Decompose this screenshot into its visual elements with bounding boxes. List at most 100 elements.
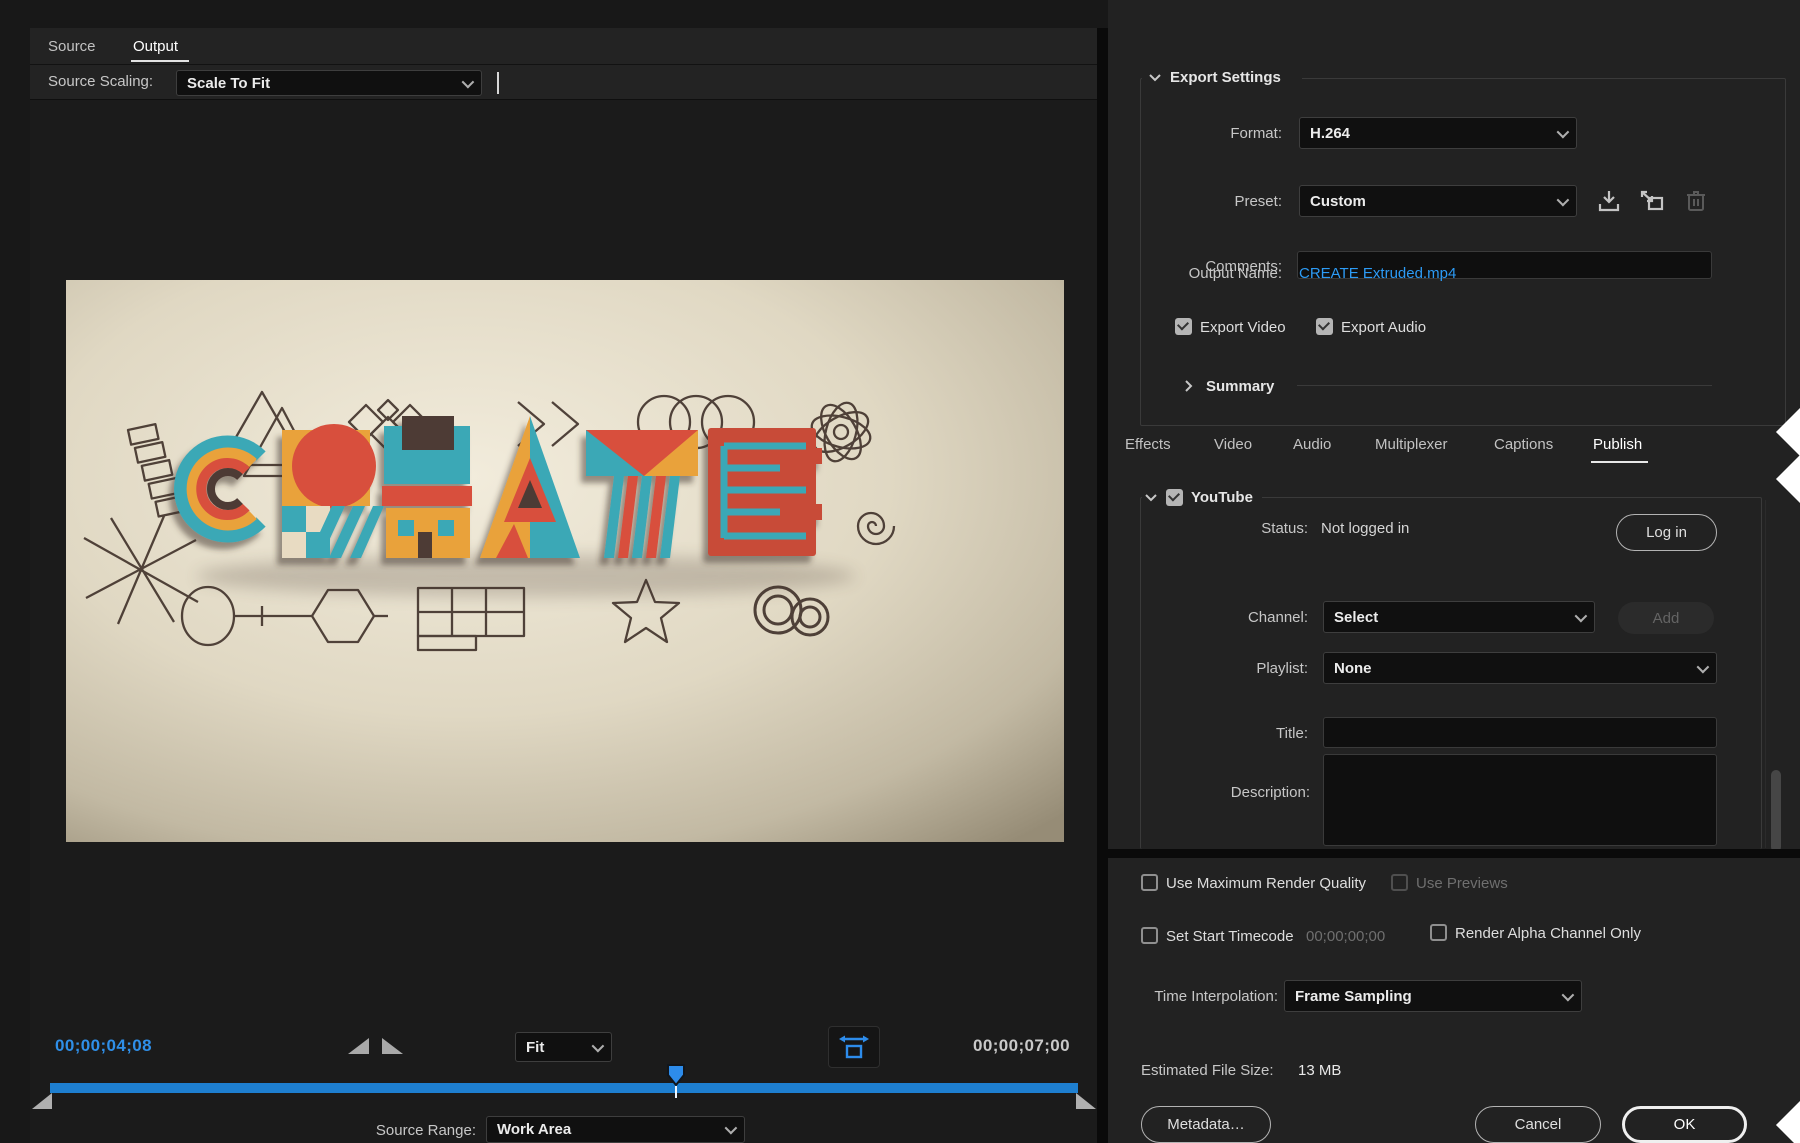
- playlist-value: None: [1334, 660, 1372, 677]
- chevron-down-icon: [1148, 73, 1162, 82]
- export-video-label: Export Video: [1200, 319, 1286, 336]
- status-value: Not logged in: [1321, 520, 1409, 537]
- chevron-down-icon: [725, 1122, 738, 1135]
- preset-select[interactable]: Custom: [1299, 185, 1577, 217]
- title-label: Title:: [1180, 725, 1308, 742]
- chevron-down-icon: [592, 1039, 605, 1052]
- chevron-down-icon: [462, 75, 475, 88]
- ok-button[interactable]: OK: [1622, 1106, 1747, 1143]
- chevron-down-icon: [1557, 193, 1570, 206]
- summary-toggle[interactable]: Summary: [1184, 375, 1304, 397]
- delete-preset-button[interactable]: [1684, 187, 1708, 215]
- channel-value: Select: [1334, 609, 1378, 626]
- zoom-level-select[interactable]: Fit: [515, 1032, 612, 1062]
- vertical-panel-divider[interactable]: [1097, 28, 1108, 1143]
- aspect-correction-button[interactable]: [828, 1026, 880, 1068]
- estimated-size-value: 13 MB: [1298, 1062, 1341, 1079]
- description-label: Description:: [1160, 784, 1310, 801]
- tab-video[interactable]: Video: [1214, 436, 1252, 453]
- tab-output[interactable]: Output: [133, 38, 178, 55]
- chevron-down-icon: [1575, 609, 1588, 622]
- time-interpolation-value: Frame Sampling: [1295, 988, 1412, 1005]
- format-value: H.264: [1310, 125, 1350, 142]
- save-preset-button[interactable]: [1596, 188, 1622, 214]
- chevron-down-icon: [1562, 988, 1575, 1001]
- time-interpolation-select[interactable]: Frame Sampling: [1284, 980, 1582, 1012]
- channel-label: Channel:: [1180, 609, 1308, 626]
- tab-output-underline: [131, 60, 189, 62]
- preset-label: Preset:: [1150, 193, 1282, 210]
- tab-publish-underline: [1591, 461, 1648, 463]
- status-label: Status:: [1180, 520, 1308, 537]
- current-timecode[interactable]: 00;00;04;08: [55, 1036, 152, 1056]
- export-video-checkbox[interactable]: [1175, 318, 1192, 335]
- export-audio-checkbox[interactable]: [1316, 318, 1333, 335]
- trash-icon: [1684, 187, 1708, 215]
- format-select[interactable]: H.264: [1299, 117, 1577, 149]
- source-scaling-value: Scale To Fit: [187, 75, 270, 92]
- timeline-track[interactable]: [50, 1083, 1078, 1093]
- youtube-checkbox[interactable]: [1166, 489, 1183, 506]
- tab-audio[interactable]: Audio: [1293, 436, 1331, 453]
- export-settings-dialog: Source Output Source Scaling: Scale To F…: [0, 0, 1800, 1143]
- scrollbar-thumb[interactable]: [1771, 770, 1781, 852]
- format-label: Format:: [1150, 125, 1282, 142]
- metadata-button[interactable]: Metadata…: [1141, 1106, 1271, 1143]
- login-button[interactable]: Log in: [1616, 514, 1717, 551]
- playlist-label: Playlist:: [1180, 660, 1308, 677]
- set-start-timecode-label: Set Start Timecode: [1166, 928, 1294, 945]
- zoom-level-value: Fit: [526, 1039, 544, 1056]
- save-preset-icon: [1596, 188, 1622, 214]
- import-preset-icon: [1638, 188, 1666, 214]
- export-settings-legend[interactable]: Export Settings: [1142, 64, 1302, 90]
- chevron-right-icon: [1184, 379, 1193, 393]
- end-timecode: 00;00;07;00: [973, 1036, 1070, 1056]
- video-preview-frame: [66, 280, 1064, 842]
- youtube-title: YouTube: [1191, 489, 1253, 506]
- tab-effects[interactable]: Effects: [1125, 436, 1171, 453]
- time-interpolation-label: Time Interpolation:: [1140, 988, 1278, 1005]
- max-render-quality-checkbox[interactable]: [1141, 874, 1158, 891]
- output-name-label: Output Name:: [1134, 265, 1282, 282]
- set-start-timecode-checkbox[interactable]: [1141, 927, 1158, 944]
- create-artwork: [66, 280, 1064, 842]
- scale-width-icon: [837, 1032, 871, 1062]
- source-scaling-label: Source Scaling:: [48, 73, 153, 90]
- playlist-select[interactable]: None: [1323, 652, 1717, 684]
- cancel-button[interactable]: Cancel: [1475, 1106, 1601, 1143]
- render-alpha-checkbox[interactable]: [1430, 924, 1447, 941]
- source-range-label: Source Range:: [336, 1122, 476, 1139]
- tab-publish[interactable]: Publish: [1593, 436, 1642, 453]
- playhead-tick: [675, 1086, 677, 1098]
- tab-source[interactable]: Source: [48, 38, 96, 55]
- use-previews-label: Use Previews: [1416, 875, 1508, 892]
- source-range-value: Work Area: [497, 1121, 571, 1138]
- chevron-down-icon: [1697, 660, 1710, 673]
- text-cursor: [497, 72, 499, 94]
- source-range-select[interactable]: Work Area: [486, 1116, 745, 1143]
- title-input[interactable]: [1323, 717, 1717, 748]
- preset-value: Custom: [1310, 193, 1366, 210]
- import-preset-button[interactable]: [1638, 188, 1666, 214]
- max-render-quality-label: Use Maximum Render Quality: [1166, 875, 1366, 892]
- playhead[interactable]: [666, 1063, 686, 1087]
- youtube-legend[interactable]: YouTube: [1142, 486, 1262, 508]
- export-audio-label: Export Audio: [1341, 319, 1426, 336]
- output-name-link[interactable]: CREATE Extruded.mp4: [1299, 265, 1456, 282]
- scrollbar-track: [1765, 500, 1766, 848]
- description-textarea[interactable]: [1323, 754, 1717, 846]
- tab-multiplexer[interactable]: Multiplexer: [1375, 436, 1448, 453]
- summary-divider: [1297, 385, 1712, 386]
- channel-select[interactable]: Select: [1323, 601, 1595, 633]
- add-channel-button: Add: [1618, 602, 1714, 634]
- chevron-down-icon: [1144, 493, 1158, 502]
- estimated-size-label: Estimated File Size:: [1141, 1062, 1274, 1079]
- use-previews-checkbox: [1391, 874, 1408, 891]
- export-settings-title: Export Settings: [1170, 69, 1281, 86]
- preview-tab-bar: [30, 28, 1097, 65]
- chevron-down-icon: [1557, 125, 1570, 138]
- horizontal-panel-divider[interactable]: [1097, 849, 1800, 858]
- start-timecode-value[interactable]: 00;00;00;00: [1306, 928, 1385, 945]
- tab-captions[interactable]: Captions: [1494, 436, 1553, 453]
- source-scaling-select[interactable]: Scale To Fit: [176, 70, 482, 96]
